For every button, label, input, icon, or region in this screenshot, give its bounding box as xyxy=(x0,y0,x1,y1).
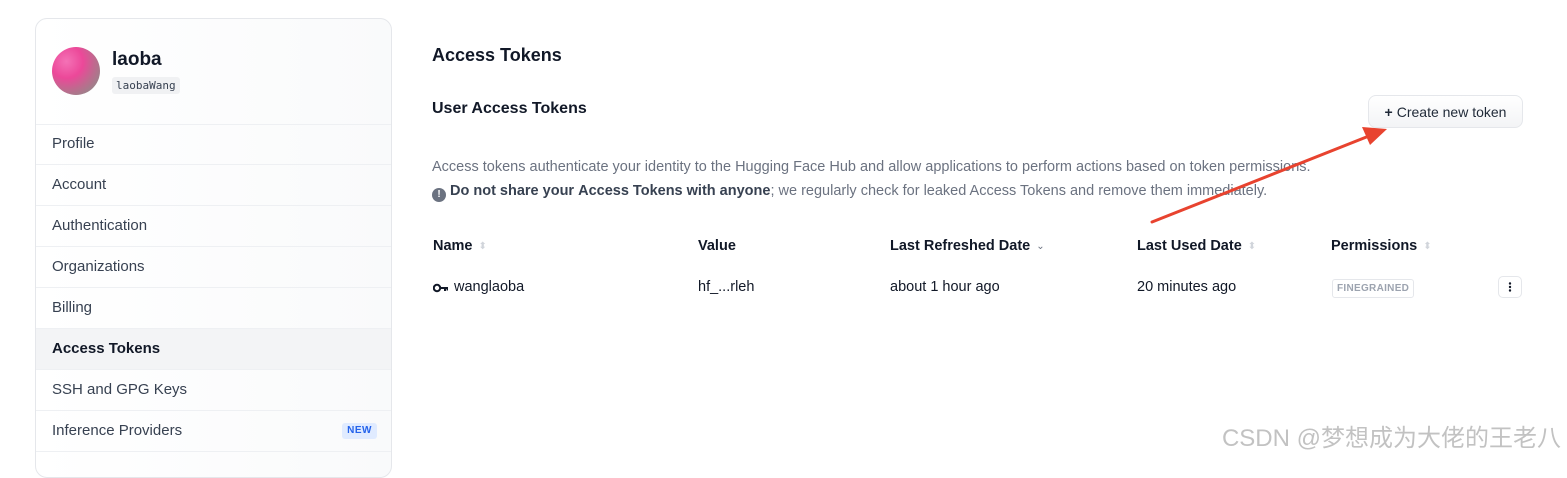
sidebar-item-inference-providers[interactable]: Inference Providers NEW xyxy=(36,411,391,452)
sidebar-item-label: Authentication xyxy=(52,217,148,234)
warning-rest: ; we regularly check for leaked Access T… xyxy=(770,183,1268,199)
warning-text: ! Do not share your Access Tokens with an… xyxy=(432,179,1311,203)
sidebar-item-label: Organizations xyxy=(52,258,145,275)
token-last-refreshed: about 1 hour ago xyxy=(890,279,1000,295)
permissions-badge: FINEGRAINED xyxy=(1332,279,1415,298)
page-title: Access Tokens xyxy=(432,45,562,65)
sidebar-item-label: Account xyxy=(52,176,107,193)
section-title: User Access Tokens xyxy=(432,100,587,117)
sort-icon: ⬍ xyxy=(1247,241,1257,252)
sidebar-item-authentication[interactable]: Authentication xyxy=(36,206,391,247)
username: laoba xyxy=(112,49,162,70)
user-handle: laobaWang xyxy=(112,77,180,94)
column-header-permissions[interactable]: Permissions ⬍ xyxy=(1331,238,1432,254)
sidebar-item-label: Billing xyxy=(52,299,93,316)
settings-nav: Profile Account Authentication Organizat… xyxy=(36,124,391,452)
watermark: CSDN @梦想成为大佬的王老八 xyxy=(1221,425,1561,452)
warning-bold-1: Do not share your xyxy=(450,183,575,199)
token-last-used: 20 minutes ago xyxy=(1137,279,1237,295)
avatar[interactable] xyxy=(52,47,100,95)
sidebar-item-label: Inference Providers xyxy=(52,422,183,439)
column-label: Name xyxy=(433,238,473,254)
sidebar-item-organizations[interactable]: Organizations xyxy=(36,247,391,288)
settings-sidebar: laoba laobaWang Profile Account Authenti… xyxy=(35,18,392,478)
sidebar-item-account[interactable]: Account xyxy=(36,165,391,206)
token-menu-button[interactable] xyxy=(1498,276,1522,298)
exclamation-circle-icon: ! xyxy=(432,188,446,202)
token-name-cell: wanglaoba xyxy=(433,279,524,295)
sidebar-item-profile[interactable]: Profile xyxy=(36,124,391,165)
user-profile-card[interactable]: laoba laobaWang xyxy=(36,19,391,125)
sort-icon: ⬍ xyxy=(478,241,487,252)
sidebar-item-label: Access Tokens xyxy=(52,340,161,357)
column-label: Last Refreshed Date xyxy=(890,238,1031,254)
plus-icon: + xyxy=(1384,103,1393,120)
sidebar-item-ssh-gpg-keys[interactable]: SSH and GPG Keys xyxy=(36,370,391,411)
column-header-name[interactable]: Name ⬍ xyxy=(433,238,487,254)
create-new-token-button[interactable]: + Create new token xyxy=(1368,95,1523,128)
warning-bold-2: Access Tokens xyxy=(578,183,683,199)
sort-icon: ⬍ xyxy=(1423,241,1432,252)
warning-bold-3: with anyone xyxy=(686,183,771,199)
sidebar-item-label: Profile xyxy=(52,135,95,152)
column-header-last-used[interactable]: Last Used Date ⬍ xyxy=(1137,238,1256,254)
create-new-token-label: Create new token xyxy=(1396,103,1507,120)
column-label: Last Used Date xyxy=(1137,238,1242,254)
chevron-down-icon: ⌄ xyxy=(1036,241,1045,252)
column-label: Permissions xyxy=(1331,238,1418,254)
description-text: Access tokens authenticate your identity… xyxy=(432,159,1311,175)
sidebar-item-billing[interactable]: Billing xyxy=(36,288,391,329)
more-vertical-icon xyxy=(1508,282,1512,292)
sidebar-item-access-tokens[interactable]: Access Tokens xyxy=(36,329,391,370)
column-header-value: Value xyxy=(698,238,736,254)
new-badge: NEW xyxy=(342,423,377,439)
sidebar-item-label: SSH and GPG Keys xyxy=(52,381,188,398)
column-header-last-refreshed[interactable]: Last Refreshed Date ⌄ xyxy=(890,238,1045,254)
key-icon xyxy=(433,283,448,293)
column-label: Value xyxy=(698,238,736,254)
token-name: wanglaoba xyxy=(454,279,525,295)
token-value: hf_...rleh xyxy=(698,279,755,295)
description-block: Access tokens authenticate your identity… xyxy=(432,155,1311,203)
